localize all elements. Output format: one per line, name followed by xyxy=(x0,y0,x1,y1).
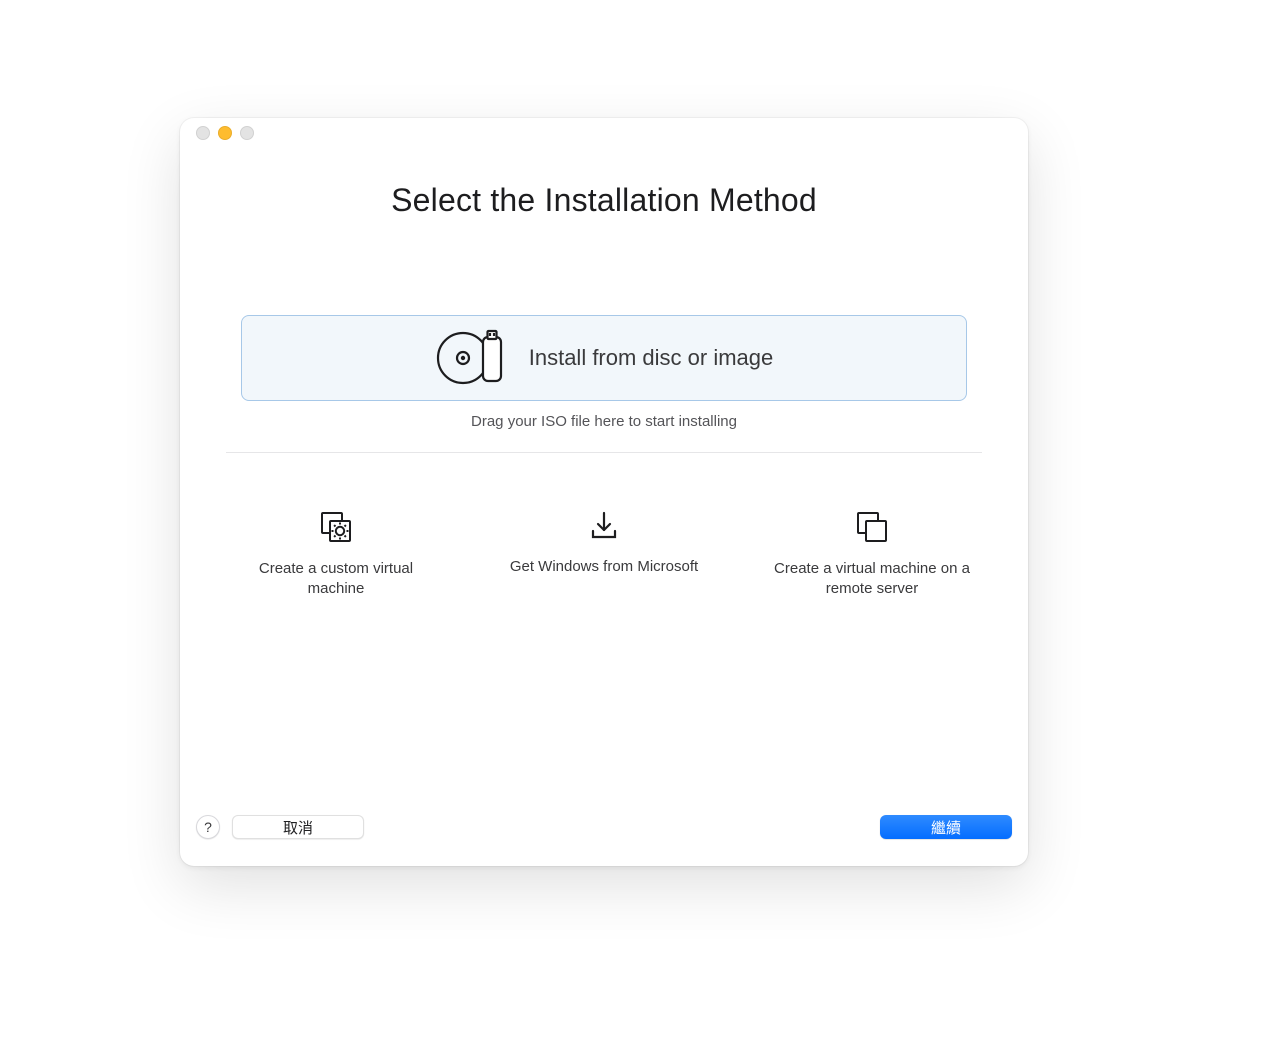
titlebar xyxy=(180,118,1028,148)
option-label: Get Windows from Microsoft xyxy=(510,557,698,577)
divider xyxy=(226,452,982,453)
page-title: Select the Installation Method xyxy=(391,182,817,219)
continue-button[interactable]: 繼續 xyxy=(880,815,1012,839)
custom-vm-icon xyxy=(318,509,354,545)
remote-server-icon xyxy=(854,509,890,545)
disc-usb-icon xyxy=(435,329,511,387)
content-area: Select the Installation Method xyxy=(180,148,1028,796)
help-button[interactable]: ? xyxy=(196,815,220,839)
create-custom-vm-option[interactable]: Create a custom virtual machine xyxy=(226,509,446,598)
primary-option-label: Install from disc or image xyxy=(529,345,774,371)
install-from-disc-option[interactable]: Install from disc or image xyxy=(241,315,967,401)
download-icon xyxy=(587,509,621,543)
window-zoom-button[interactable] xyxy=(240,126,254,140)
get-windows-option[interactable]: Get Windows from Microsoft xyxy=(494,509,714,598)
option-label: Create a custom virtual machine xyxy=(231,559,441,598)
cancel-button[interactable]: 取消 xyxy=(232,815,364,839)
option-label: Create a virtual machine on a remote ser… xyxy=(767,559,977,598)
footer: ? 取消 繼續 xyxy=(180,796,1028,866)
window-minimize-button[interactable] xyxy=(218,126,232,140)
window-close-button[interactable] xyxy=(196,126,210,140)
primary-option-hint: Drag your ISO file here to start install… xyxy=(471,413,737,430)
secondary-options-row: Create a custom virtual machine Get Wind… xyxy=(226,509,982,598)
remote-server-vm-option[interactable]: Create a virtual machine on a remote ser… xyxy=(762,509,982,598)
installer-window: Select the Installation Method xyxy=(180,118,1028,866)
